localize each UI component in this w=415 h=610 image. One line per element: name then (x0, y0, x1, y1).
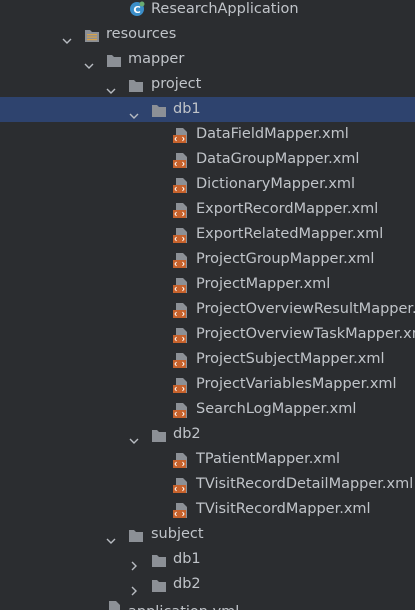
tree-row-xml-file[interactable]: DictionaryMapper.xml (0, 172, 415, 197)
tree-label: DataGroupMapper.xml (196, 151, 360, 167)
tree-row-research-application[interactable]: C ResearchApplication (0, 0, 415, 22)
tree-row-resources[interactable]: resources (0, 22, 415, 47)
tree-label: application.yml (128, 600, 239, 610)
chevron-down-icon[interactable] (62, 30, 72, 44)
chevron-right-icon[interactable] (129, 555, 139, 571)
tree-label: db1 (173, 551, 201, 567)
tree-label: ProjectOverviewTaskMapper.xml (196, 326, 415, 342)
tree-label: DataFieldMapper.xml (196, 126, 349, 142)
tree-row-xml-file[interactable]: DataFieldMapper.xml (0, 122, 415, 147)
tree-row-xml-file[interactable]: ProjectSubjectMapper.xml (0, 347, 415, 372)
tree-row-xml-file[interactable]: TVisitRecordDetailMapper.xml (0, 472, 415, 497)
tree-row-project-db1[interactable]: db1 (0, 97, 415, 122)
xml-file-icon (173, 127, 189, 143)
tree-label: TVisitRecordMapper.xml (196, 501, 371, 517)
tree-label: db2 (173, 576, 201, 592)
tree-row-xml-file[interactable]: ProjectMapper.xml (0, 272, 415, 297)
tree-row-xml-file[interactable]: TPatientMapper.xml (0, 447, 415, 472)
tree-label: project (151, 76, 202, 92)
xml-file-icon (173, 202, 189, 218)
tree-row-xml-file[interactable]: ExportRecordMapper.xml (0, 197, 415, 222)
folder-icon (151, 577, 167, 592)
folder-icon (151, 427, 167, 442)
tree-row-subject-db2[interactable]: db2 (0, 572, 415, 597)
tree-label: DictionaryMapper.xml (196, 176, 356, 192)
tree-row-xml-file[interactable]: ExportRelatedMapper.xml (0, 222, 415, 247)
tree-row-xml-file[interactable]: SearchLogMapper.xml (0, 397, 415, 422)
spring-class-icon: C (129, 1, 145, 16)
project-tree: C ResearchApplication resources mapper p… (0, 0, 415, 610)
tree-label: ExportRelatedMapper.xml (196, 226, 384, 242)
tree-row-mapper[interactable]: mapper (0, 47, 415, 72)
tree-label: ProjectMapper.xml (196, 276, 331, 292)
tree-label: SearchLogMapper.xml (196, 401, 357, 417)
yml-file-icon (106, 600, 122, 610)
tree-label: ExportRecordMapper.xml (196, 201, 379, 217)
tree-label: TPatientMapper.xml (196, 451, 341, 467)
tree-row-xml-file[interactable]: ProjectOverviewTaskMapper.xml (0, 322, 415, 347)
tree-row-xml-file[interactable]: TVisitRecordMapper.xml (0, 497, 415, 522)
xml-file-icon (173, 277, 189, 293)
xml-file-icon (173, 252, 189, 268)
xml-file-icon (173, 377, 189, 393)
folder-icon (128, 77, 144, 92)
tree-label: subject (151, 526, 204, 542)
tree-row-project[interactable]: project (0, 72, 415, 97)
tree-row-xml-file[interactable]: ProjectOverviewResultMapper.xml (0, 297, 415, 322)
folder-icon (151, 552, 167, 567)
xml-file-icon (173, 477, 189, 493)
tree-label: db1 (173, 101, 201, 117)
xml-file-icon (173, 452, 189, 468)
tree-row-xml-file[interactable]: DataGroupMapper.xml (0, 147, 415, 172)
xml-file-icon (173, 327, 189, 343)
chevron-down-icon[interactable] (106, 530, 116, 544)
tree-label: resources (106, 26, 177, 42)
tree-row-xml-file[interactable]: ProjectVariablesMapper.xml (0, 372, 415, 397)
tree-row-subject-db1[interactable]: db1 (0, 547, 415, 572)
chevron-down-icon[interactable] (129, 105, 139, 119)
xml-file-icon (173, 302, 189, 318)
tree-label: TVisitRecordDetailMapper.xml (196, 476, 414, 492)
chevron-down-icon[interactable] (129, 430, 139, 444)
xml-file-icon (173, 177, 189, 193)
xml-file-icon (173, 352, 189, 368)
xml-file-icon (173, 227, 189, 243)
tree-label: ResearchApplication (151, 1, 299, 17)
tree-label: ProjectGroupMapper.xml (196, 251, 375, 267)
resources-folder-icon (84, 27, 100, 42)
chevron-down-icon[interactable] (106, 80, 116, 94)
tree-label: ProjectOverviewResultMapper.xml (196, 301, 415, 317)
xml-file-icon (173, 152, 189, 168)
folder-icon (128, 527, 144, 542)
svg-text:C: C (133, 5, 140, 16)
folder-icon (106, 52, 122, 67)
folder-icon (151, 102, 167, 117)
tree-label: ProjectSubjectMapper.xml (196, 351, 385, 367)
tree-row-xml-file[interactable]: ProjectGroupMapper.xml (0, 247, 415, 272)
tree-label: ProjectVariablesMapper.xml (196, 376, 397, 392)
chevron-down-icon[interactable] (84, 55, 94, 69)
xml-file-icon (173, 502, 189, 518)
tree-row-subject[interactable]: subject (0, 522, 415, 547)
tree-row-project-db2[interactable]: db2 (0, 422, 415, 447)
tree-label: mapper (128, 51, 185, 67)
chevron-right-icon[interactable] (129, 580, 139, 596)
xml-file-icon (173, 402, 189, 418)
tree-label: db2 (173, 426, 201, 442)
tree-row-application-yml[interactable]: application.yml (0, 600, 415, 610)
